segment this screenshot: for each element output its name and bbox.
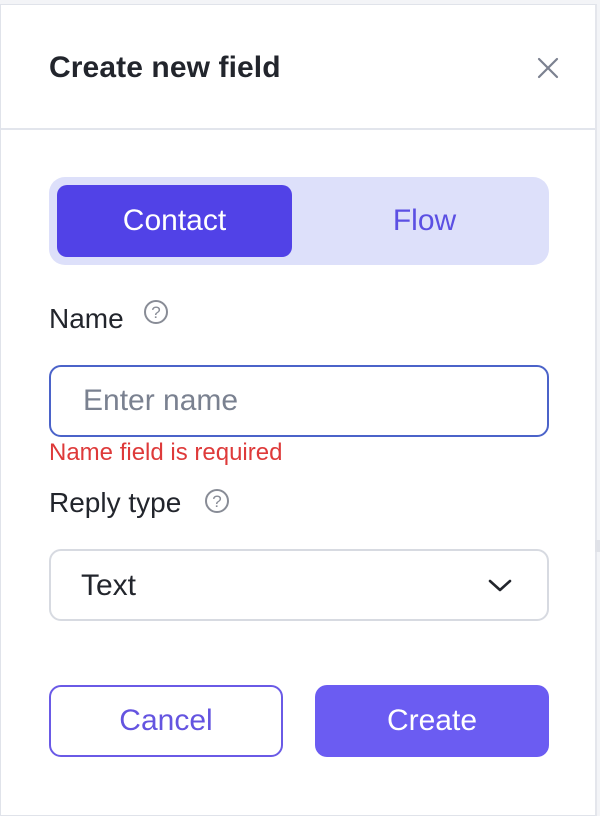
reply-type-select[interactable]: Text bbox=[49, 549, 549, 621]
background-edge bbox=[595, 540, 600, 552]
scope-toggle: Contact Flow bbox=[49, 177, 549, 265]
toggle-option-contact[interactable]: Contact bbox=[57, 185, 292, 257]
dialog-title: Create new field bbox=[49, 51, 281, 84]
name-input[interactable] bbox=[49, 365, 549, 437]
create-field-dialog: Create new field Contact Flow Name ? Nam… bbox=[0, 4, 597, 816]
name-label: Name bbox=[49, 303, 124, 334]
toggle-option-flow[interactable]: Flow bbox=[307, 185, 542, 257]
reply-type-value: Text bbox=[81, 569, 137, 602]
name-help-icon[interactable]: ? bbox=[144, 300, 168, 324]
reply-type-help-icon[interactable]: ? bbox=[205, 489, 229, 513]
name-error-message: Name field is required bbox=[49, 439, 283, 466]
chevron-down-icon bbox=[488, 579, 512, 592]
cancel-button[interactable]: Cancel bbox=[49, 685, 283, 757]
close-icon[interactable] bbox=[535, 55, 561, 81]
dialog-header: Create new field bbox=[1, 5, 595, 130]
reply-type-label: Reply type bbox=[49, 487, 182, 518]
create-button[interactable]: Create bbox=[315, 685, 549, 757]
